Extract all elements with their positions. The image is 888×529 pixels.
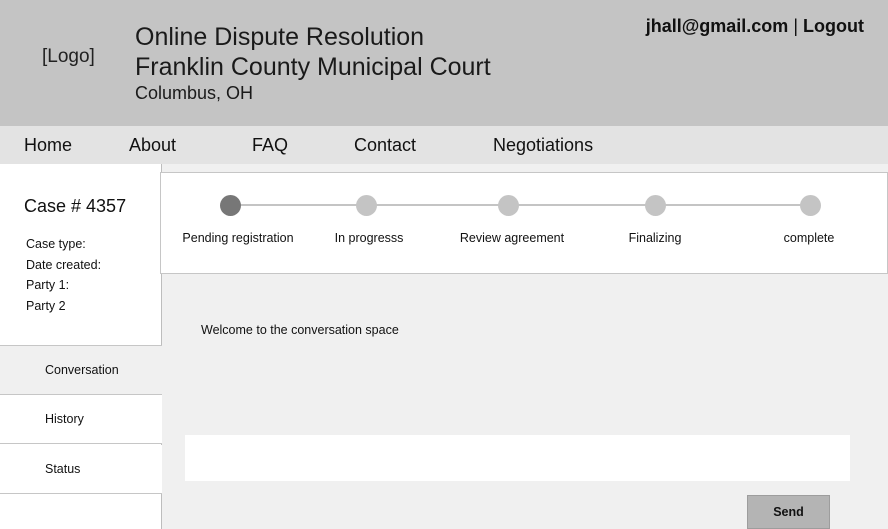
logo-placeholder: [Logo] [42, 46, 95, 67]
case-number: Case # 4357 [24, 196, 127, 216]
site-title-block: Online Dispute Resolution Franklin Count… [135, 22, 491, 104]
step-dot-finalizing [645, 195, 666, 216]
tab-status[interactable]: Status [0, 445, 162, 494]
case-type-label: Case type: [26, 237, 86, 251]
step-label-review-agreement: Review agreement [459, 231, 565, 245]
step-label-pending-registration: Pending registration [182, 231, 294, 245]
site-header: [Logo] Online Dispute Resolution Frankli… [0, 0, 888, 126]
step-label-complete: complete [783, 231, 835, 245]
user-email: jhall@gmail.com [645, 16, 789, 36]
party-1-label: Party 1: [26, 278, 70, 292]
step-dot-pending-registration [220, 195, 241, 216]
party-2-label: Party 2 [26, 298, 66, 313]
case-sidebar: Case # 4357 Case type: Date created: Par… [0, 164, 162, 529]
progress-track [231, 204, 811, 206]
step-dot-review-agreement [498, 195, 519, 216]
send-button[interactable]: Send [747, 495, 830, 529]
nav-negotiations[interactable]: Negotiations [493, 135, 593, 156]
step-label-in-progress: In progresss [334, 231, 404, 245]
user-separator: | [793, 16, 798, 36]
date-created-label: Date created: [26, 257, 102, 272]
step-dot-complete [800, 195, 821, 216]
case-details: Case type: Date created: Party 1: Party … [26, 234, 101, 316]
nav-about[interactable]: About [129, 135, 176, 156]
user-area: jhall@gmail.com | Logout [646, 16, 864, 37]
message-input[interactable] [185, 435, 850, 481]
court-location: Columbus, OH [135, 83, 254, 103]
nav-home[interactable]: Home [24, 135, 72, 156]
nav-contact[interactable]: Contact [354, 135, 416, 156]
tab-conversation[interactable]: Conversation [0, 346, 162, 395]
main-nav: Home About FAQ Contact Negotiations [0, 126, 888, 164]
welcome-message: Welcome to the conversation space [201, 323, 399, 337]
progress-tracker: Pending registration In progresss Review… [160, 172, 888, 274]
step-dot-in-progress [356, 195, 377, 216]
tab-history[interactable]: History [0, 395, 162, 444]
logout-link[interactable]: Logout [803, 16, 864, 36]
court-name: Franklin County Municipal Court [135, 53, 491, 81]
site-title: Online Dispute Resolution [135, 23, 425, 51]
step-label-finalizing: Finalizing [628, 231, 682, 245]
nav-faq[interactable]: FAQ [252, 135, 288, 156]
